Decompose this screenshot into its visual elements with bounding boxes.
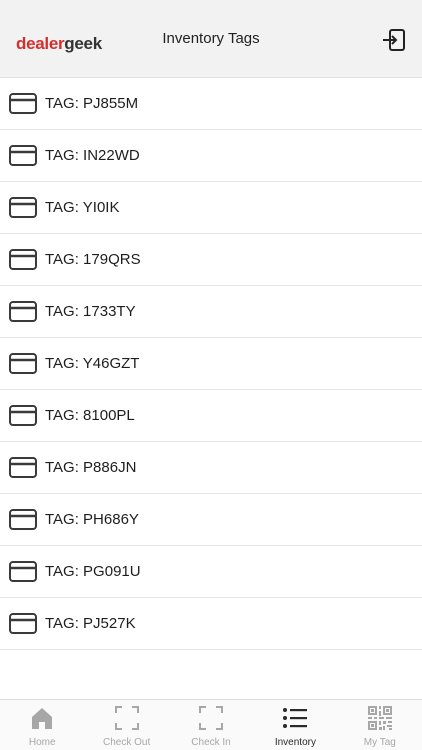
card-icon: [8, 613, 38, 635]
tab-my-tag[interactable]: My Tag: [338, 700, 422, 750]
card-icon: [8, 145, 38, 167]
card-icon: [8, 457, 38, 479]
tag-list-item[interactable]: TAG: 179QRS: [0, 234, 422, 286]
tab-label: My Tag: [363, 737, 396, 748]
tag-label: TAG: PJ527K: [45, 615, 136, 632]
list-icon: [282, 705, 308, 731]
tag-list-item[interactable]: TAG: Y46GZT: [0, 338, 422, 390]
card-icon: [8, 509, 38, 531]
card-icon: [8, 353, 38, 375]
tab-label: Check In: [191, 737, 231, 748]
tag-label: TAG: 1733TY: [45, 303, 136, 320]
tag-list-item[interactable]: TAG: IN22WD: [0, 130, 422, 182]
tag-list-item[interactable]: TAG: YI0IK: [0, 182, 422, 234]
card-icon: [8, 405, 38, 427]
bottom-tab-bar: Home Check Out Check In Inventory My Tag: [0, 699, 422, 750]
page-title: Inventory Tags: [162, 30, 260, 47]
tag-list-item[interactable]: TAG: P886JN: [0, 442, 422, 494]
tag-label: TAG: Y46GZT: [45, 355, 140, 372]
scan-frame-icon: [198, 705, 224, 731]
tag-list-item[interactable]: TAG: PH686Y: [0, 494, 422, 546]
tag-label: TAG: PG091U: [45, 563, 141, 580]
tag-label: TAG: IN22WD: [45, 147, 140, 164]
tab-label: Inventory: [274, 737, 316, 748]
tag-list-item[interactable]: TAG: 8100PL: [0, 390, 422, 442]
tag-list-item[interactable]: TAG: PG091U: [0, 546, 422, 598]
card-icon: [8, 197, 38, 219]
tab-inventory[interactable]: Inventory: [253, 700, 337, 750]
tag-label: TAG: YI0IK: [45, 199, 120, 216]
card-icon: [8, 93, 38, 115]
tag-label: TAG: PH686Y: [45, 511, 139, 528]
tag-label: TAG: PJ855M: [45, 95, 139, 112]
logout-button[interactable]: [380, 26, 408, 54]
card-icon: [8, 301, 38, 323]
tab-label: Check Out: [102, 737, 151, 748]
app-header: dealer geek Inventory Tags: [0, 0, 422, 78]
tab-label: Home: [28, 737, 56, 748]
card-icon: [8, 561, 38, 583]
tag-list-item[interactable]: TAG: 1733TY: [0, 286, 422, 338]
logout-icon: [383, 29, 405, 51]
card-icon: [8, 249, 38, 271]
scan-frame-icon: [114, 705, 140, 731]
tag-list-item[interactable]: TAG: PJ855M: [0, 78, 422, 130]
home-icon: [29, 705, 55, 731]
tag-label: TAG: 179QRS: [45, 251, 141, 268]
tag-list-item[interactable]: TAG: PJ527K: [0, 598, 422, 650]
tab-home[interactable]: Home: [0, 700, 84, 750]
tag-label: TAG: P886JN: [45, 459, 137, 476]
qr-code-icon: [367, 705, 393, 731]
tab-check-in[interactable]: Check In: [169, 700, 253, 750]
tab-check-out[interactable]: Check Out: [84, 700, 168, 750]
tag-label: TAG: 8100PL: [45, 407, 135, 424]
inventory-tag-list: TAG: PJ855M TAG: IN22WD TAG: YI0IK TAG: 179…: [0, 78, 422, 650]
